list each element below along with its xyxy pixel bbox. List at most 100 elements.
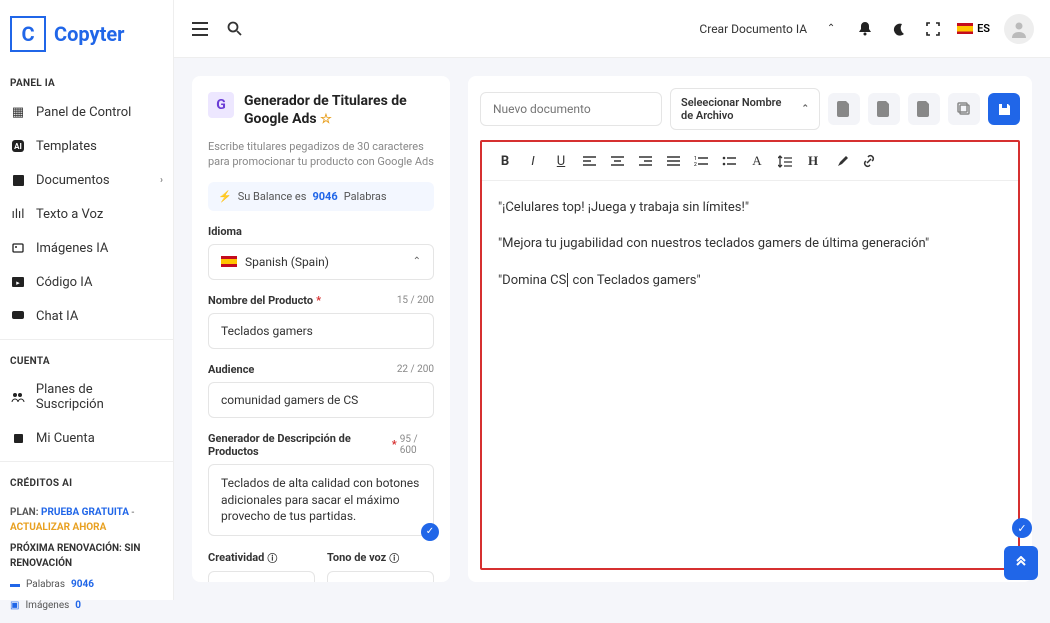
chevron-up-icon[interactable]: ⌃ bbox=[821, 19, 841, 39]
sidebar-item-plans[interactable]: Planes de Suscripción bbox=[0, 373, 173, 421]
next-renewal: PRÓXIMA RENOVACIÓN: SIN RENOVACIÓN bbox=[10, 541, 163, 571]
export-pdf-icon[interactable] bbox=[868, 93, 900, 125]
account-icon bbox=[10, 430, 26, 446]
export-txt-icon[interactable] bbox=[908, 93, 940, 125]
tone-select[interactable]: Casual ⌄ bbox=[327, 571, 434, 582]
check-badge-icon: ✓ bbox=[421, 523, 439, 541]
desc-textarea[interactable]: Teclados de alta calidad con botones adi… bbox=[208, 464, 434, 536]
sidebar-item-label: Texto a Voz bbox=[36, 207, 103, 222]
align-justify-icon[interactable] bbox=[664, 152, 682, 170]
svg-text:▸: ▸ bbox=[16, 279, 20, 287]
sidebar-item-documents[interactable]: Documentos › bbox=[0, 163, 173, 197]
sidebar-item-chat[interactable]: Chat IA bbox=[0, 299, 173, 333]
underline-icon[interactable]: U bbox=[552, 152, 570, 170]
sidebar-item-label: Chat IA bbox=[36, 309, 78, 324]
bold-icon[interactable]: B bbox=[496, 152, 514, 170]
flag-es-icon bbox=[221, 256, 237, 267]
sidebar-item-account[interactable]: Mi Cuenta bbox=[0, 421, 173, 455]
images-icon bbox=[10, 240, 26, 256]
moon-icon[interactable] bbox=[889, 19, 909, 39]
plan-name-link[interactable]: PRUEBA GRATUITA bbox=[41, 507, 129, 518]
align-right-icon[interactable] bbox=[636, 152, 654, 170]
editor-line: "Domina CS con Teclados gamers" bbox=[498, 270, 1002, 292]
italic-icon[interactable]: I bbox=[524, 152, 542, 170]
sidebar-item-tts[interactable]: ılıl Texto a Voz bbox=[0, 197, 173, 231]
float-check-button[interactable]: ✓ bbox=[1012, 518, 1032, 538]
bolt-icon: ⚡ bbox=[218, 190, 232, 203]
brush-icon[interactable] bbox=[832, 152, 850, 170]
tool-title: Generador de Titulares de Google Ads ☆ bbox=[244, 92, 434, 129]
images-icon: ▣ bbox=[10, 598, 19, 613]
language-label: Idioma bbox=[208, 225, 434, 238]
audience-label: Audience 22 / 200 bbox=[208, 363, 434, 376]
words-icon: ▬ bbox=[10, 577, 20, 592]
heading-icon[interactable]: H bbox=[804, 152, 822, 170]
file-select[interactable]: Seleecionar Nombre de Archivo ⌃ bbox=[670, 88, 820, 130]
sidebar-item-label: Panel de Control bbox=[36, 105, 131, 120]
unordered-list-icon[interactable] bbox=[720, 152, 738, 170]
templates-icon: AI bbox=[10, 138, 26, 154]
sidebar-section-account: CUENTA bbox=[0, 346, 173, 373]
sidebar-item-label: Documentos bbox=[36, 173, 110, 188]
flag-es-icon bbox=[957, 23, 973, 34]
product-label: Nombre del Producto* 15 / 200 bbox=[208, 294, 434, 307]
fullscreen-icon[interactable] bbox=[923, 19, 943, 39]
font-size-icon[interactable]: A bbox=[748, 152, 766, 170]
chevron-up-icon: ⌃ bbox=[413, 256, 421, 267]
logo-mark: C bbox=[10, 16, 46, 52]
upgrade-link[interactable]: ACTUALIZAR AHORA bbox=[10, 522, 106, 533]
chevron-up-icon: ⌃ bbox=[801, 104, 809, 115]
create-doc-label[interactable]: Crear Documento IA bbox=[699, 22, 807, 36]
align-left-icon[interactable] bbox=[580, 152, 598, 170]
bell-icon[interactable] bbox=[855, 19, 875, 39]
credits-section: CRÉDITOS AI bbox=[0, 468, 173, 495]
search-icon[interactable] bbox=[224, 19, 244, 39]
line-height-icon[interactable] bbox=[776, 152, 794, 170]
sidebar-item-code[interactable]: ▸ Código IA bbox=[0, 265, 173, 299]
editor-content[interactable]: "¡Celulares top! ¡Juega y trabaja sin lí… bbox=[482, 181, 1018, 321]
align-center-icon[interactable] bbox=[608, 152, 626, 170]
creativity-select[interactable]: Media ⌄ bbox=[208, 571, 315, 582]
sidebar-item-label: Código IA bbox=[36, 275, 92, 290]
chevron-right-icon: › bbox=[160, 175, 163, 186]
tool-badge: G bbox=[208, 92, 234, 118]
sidebar-item-images[interactable]: Imágenes IA bbox=[0, 231, 173, 265]
editor-line: "Mejora tu jugabilidad con nuestros tecl… bbox=[498, 233, 1002, 255]
ordered-list-icon[interactable]: 12 bbox=[692, 152, 710, 170]
plan-info: PLAN: PRUEBA GRATUITA - ACTUALIZAR AHORA bbox=[10, 505, 163, 535]
balance-box: ⚡ Su Balance es 9046 Palabras bbox=[208, 182, 434, 211]
export-word-icon[interactable] bbox=[828, 93, 860, 125]
info-icon[interactable]: ⓘ bbox=[389, 550, 399, 565]
sidebar-item-label: Imágenes IA bbox=[36, 241, 108, 256]
sidebar-item-label: Planes de Suscripción bbox=[36, 382, 163, 412]
audio-icon: ılıl bbox=[10, 206, 26, 222]
sidebar-item-label: Mi Cuenta bbox=[36, 431, 95, 446]
link-icon[interactable] bbox=[860, 152, 878, 170]
desc-label: Generador de Descripción de Productos* 9… bbox=[208, 432, 434, 458]
credits-words: ▬ Palabras 9046 bbox=[10, 577, 163, 592]
creativity-label: Creatividad ⓘ bbox=[208, 550, 315, 565]
product-input[interactable]: Teclados gamers bbox=[208, 313, 434, 349]
tone-label: Tono de voz ⓘ bbox=[327, 550, 434, 565]
language-select[interactable]: Spanish (Spain) ⌃ bbox=[208, 244, 434, 280]
info-icon[interactable]: ⓘ bbox=[267, 550, 277, 565]
logo[interactable]: C Copyter bbox=[0, 0, 173, 68]
plans-icon bbox=[10, 389, 26, 405]
scroll-top-button[interactable] bbox=[1004, 546, 1038, 580]
sidebar-item-dashboard[interactable]: ▦ Panel de Control bbox=[0, 95, 173, 129]
logo-text: Copyter bbox=[54, 22, 124, 46]
language-selector[interactable]: ES bbox=[957, 22, 990, 35]
tool-description: Escribe titulares pegadizos de 30 caract… bbox=[208, 139, 434, 170]
doc-name-input[interactable] bbox=[480, 92, 662, 126]
audience-input[interactable]: comunidad gamers de CS bbox=[208, 382, 434, 418]
copy-icon[interactable] bbox=[948, 93, 980, 125]
credits-images: ▣ Imágenes 0 bbox=[10, 598, 163, 613]
avatar[interactable] bbox=[1004, 14, 1034, 44]
menu-toggle-icon[interactable] bbox=[190, 19, 210, 39]
star-icon[interactable]: ☆ bbox=[320, 112, 332, 127]
save-button[interactable] bbox=[988, 93, 1020, 125]
sidebar-item-templates[interactable]: AI Templates bbox=[0, 129, 173, 163]
svg-text:AI: AI bbox=[14, 142, 22, 151]
svg-text:2: 2 bbox=[694, 162, 697, 167]
sidebar-item-label: Templates bbox=[36, 139, 97, 154]
